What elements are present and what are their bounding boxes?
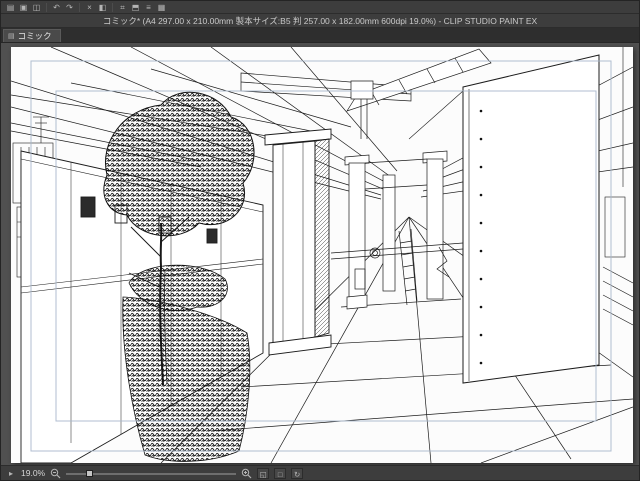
actual-size-button[interactable]: □ (274, 467, 287, 479)
zoom-value: 19.0% (21, 468, 46, 478)
window-title: コミック* (A4 297.00 x 210.00mm 製本サイズ:B5 判 2… (102, 15, 538, 26)
zoom-slider[interactable] (66, 469, 237, 478)
toolbar-separator (112, 2, 113, 12)
title-bar: コミック* (A4 297.00 x 210.00mm 製本サイズ:B5 判 2… (1, 14, 639, 28)
document-tab-bar: ▤ コミック (1, 28, 639, 43)
grid-icon[interactable]: ⌗ (116, 2, 129, 13)
clip-studio-window: ▤ ▣ ◫ ↶ ↷ × ◧ ⌗ ⬒ ≡ ▦ コミック* (A4 297.00 x… (0, 0, 640, 481)
document-icon: ▤ (8, 33, 15, 40)
zoom-out-icon[interactable] (50, 468, 61, 479)
ruler-icon[interactable]: ≡ (142, 2, 155, 13)
status-bar: ▸ 19.0% ◱ □ ↻ (1, 465, 639, 480)
canvas-artwork[interactable] (11, 47, 633, 463)
fit-screen-button[interactable]: ◱ (257, 467, 270, 479)
delete-icon[interactable]: × (83, 2, 96, 13)
redo-icon[interactable]: ↷ (63, 2, 76, 13)
new-canvas-icon[interactable]: ▤ (4, 2, 17, 13)
zoom-in-icon[interactable] (241, 468, 252, 479)
open-file-icon[interactable]: ▣ (17, 2, 30, 13)
canvas-page[interactable] (11, 47, 633, 463)
fill-icon[interactable]: ◧ (96, 2, 109, 13)
tab-comic[interactable]: ▤ コミック (3, 29, 61, 42)
undo-icon[interactable]: ↶ (50, 2, 63, 13)
settings-icon[interactable]: ▦ (155, 2, 168, 13)
navigator-icon[interactable]: ▸ (6, 469, 16, 478)
toolbar-separator (79, 2, 80, 12)
zoom-slider-thumb[interactable] (86, 469, 94, 477)
tab-label: コミック (17, 31, 52, 41)
save-file-icon[interactable]: ◫ (30, 2, 43, 13)
snap-icon[interactable]: ⬒ (129, 2, 142, 13)
reset-rotation-button[interactable]: ↻ (291, 467, 304, 479)
toolbar-separator (46, 2, 47, 12)
canvas-area[interactable] (1, 43, 639, 465)
command-bar: ▤ ▣ ◫ ↶ ↷ × ◧ ⌗ ⬒ ≡ ▦ (1, 1, 639, 14)
